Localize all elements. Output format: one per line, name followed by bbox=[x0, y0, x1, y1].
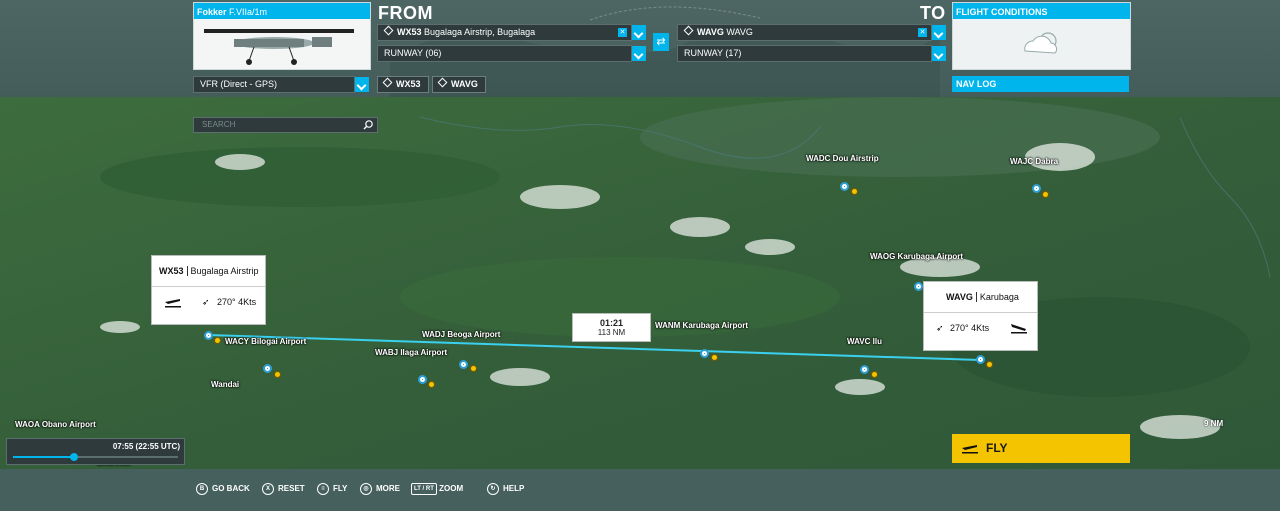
arrival-airport-field[interactable]: WAVG WAVG ✕ bbox=[677, 24, 946, 41]
search-icon[interactable] bbox=[363, 119, 374, 130]
airport-label[interactable]: WADC Dou Airstrip bbox=[806, 154, 879, 163]
swap-route-button[interactable]: ⇄ bbox=[653, 33, 669, 51]
origin-wind: 270° 4Kts bbox=[217, 297, 257, 307]
waypoint-icon bbox=[437, 77, 448, 88]
flight-conditions-card[interactable]: FLIGHT CONDITIONS bbox=[952, 2, 1131, 70]
world-map[interactable]: WADC Dou Airstrip WAJC Dabra WAOG Karuba… bbox=[0, 97, 1280, 469]
help-button-icon: ↻ bbox=[487, 483, 499, 495]
poi-star-icon bbox=[851, 188, 858, 195]
poi-star-icon bbox=[871, 371, 878, 378]
poi-star-icon bbox=[1042, 191, 1049, 198]
airport-label[interactable]: WANM Karubaga Airport bbox=[655, 321, 748, 330]
time-slider-thumb[interactable] bbox=[70, 453, 79, 461]
origin-name: Bugalaga Airstrip bbox=[190, 266, 259, 276]
time-of-day-panel: 07:55 (22:55 UTC) bbox=[6, 438, 185, 465]
airport-pin[interactable] bbox=[263, 364, 272, 373]
map-search-field[interactable] bbox=[193, 117, 378, 133]
wind-icon: ➶ bbox=[202, 297, 210, 307]
waypoint-chip-origin[interactable]: WX53 bbox=[377, 76, 429, 93]
departure-airport-field[interactable]: WX53 Bugalaga Airstrip, Bugalaga ✕ bbox=[377, 24, 646, 41]
aircraft-image bbox=[194, 19, 370, 69]
poi-star-icon bbox=[428, 381, 435, 388]
origin-airport-pin[interactable] bbox=[204, 331, 213, 340]
zoom-hint[interactable]: LT / RT ZOOM bbox=[411, 483, 463, 495]
airport-label[interactable]: WACY Bilogai Airport bbox=[225, 337, 306, 346]
clear-departure-icon[interactable]: ✕ bbox=[618, 28, 627, 37]
airport-label[interactable]: WAOG Karubaga Airport bbox=[870, 252, 963, 261]
waypoint-chip-destination[interactable]: WAVG bbox=[432, 76, 486, 93]
aircraft-name: Fokker F.VIIa/1m bbox=[194, 3, 370, 19]
arrival-runway-field[interactable]: RUNWAY (17) bbox=[677, 45, 946, 62]
search-input[interactable] bbox=[202, 118, 352, 132]
menu-button-icon: ≡ bbox=[317, 483, 329, 495]
origin-icao: WX53 bbox=[159, 266, 188, 276]
airport-pin[interactable] bbox=[418, 375, 427, 384]
destination-wind: 270° 4Kts bbox=[950, 323, 990, 333]
controls-bar: B GO BACK X RESET ≡ FLY ◎ MORE LT / RT ZOOM … bbox=[0, 469, 1280, 511]
trigger-buttons-icon: LT / RT bbox=[411, 483, 437, 495]
waypoint-icon bbox=[383, 25, 394, 36]
poi-star-icon bbox=[214, 337, 221, 344]
destination-name: Karubaga bbox=[979, 292, 1019, 302]
airport-pin[interactable] bbox=[700, 349, 709, 358]
departure-dropdown-button[interactable] bbox=[632, 25, 646, 40]
leg-duration: 01:21 bbox=[599, 318, 624, 328]
takeoff-icon bbox=[165, 299, 181, 308]
origin-info-card[interactable]: WX53 Bugalaga Airstrip ➶ 270° 4Kts bbox=[151, 255, 266, 325]
place-label: Wandai bbox=[211, 380, 240, 389]
reset-hint[interactable]: X RESET bbox=[262, 483, 305, 495]
airport-pin[interactable] bbox=[459, 360, 468, 369]
arrival-dropdown-button[interactable] bbox=[932, 25, 946, 40]
fly-button-label: FLY bbox=[986, 441, 1008, 455]
view-button-icon: ◎ bbox=[360, 483, 372, 495]
poi-star-icon bbox=[470, 365, 477, 372]
leg-info-box: 01:21 113 NM bbox=[572, 313, 651, 342]
arrival-runway-dropdown-button[interactable] bbox=[932, 46, 946, 61]
clear-arrival-icon[interactable]: ✕ bbox=[918, 28, 927, 37]
waypoint-icon bbox=[382, 77, 393, 88]
airport-label[interactable]: WAOA Obano Airport bbox=[15, 420, 96, 429]
to-heading: TO bbox=[920, 3, 946, 23]
nav-log-button[interactable]: NAV LOG bbox=[952, 76, 1129, 92]
airport-pin[interactable] bbox=[914, 282, 923, 291]
poi-star-icon bbox=[986, 361, 993, 368]
fly-button[interactable]: FLY bbox=[952, 434, 1130, 463]
map-scale: 9 NM bbox=[1204, 419, 1224, 428]
flight-plan-type-select[interactable]: VFR (Direct - GPS) bbox=[193, 76, 369, 93]
airport-pin[interactable] bbox=[1032, 184, 1041, 193]
b-button-icon: B bbox=[196, 483, 208, 495]
top-bar: Fokker F.VIIa/1m FROM TO WX53 Bugalaga A… bbox=[0, 0, 1280, 97]
help-hint[interactable]: ↻ HELP bbox=[487, 483, 524, 495]
poi-star-icon bbox=[711, 354, 718, 361]
waypoint-icon bbox=[683, 25, 694, 36]
time-slider[interactable] bbox=[13, 453, 178, 461]
from-heading: FROM bbox=[378, 3, 433, 23]
fly-hint[interactable]: ≡ FLY bbox=[317, 483, 347, 495]
time-slider-fill bbox=[13, 456, 75, 458]
departure-runway-dropdown-button[interactable] bbox=[632, 46, 646, 61]
destination-icao: WAVG bbox=[946, 292, 977, 302]
airport-label[interactable]: WAVC Ilu bbox=[847, 337, 882, 346]
airport-label[interactable]: WAJC Dabra bbox=[1010, 157, 1058, 166]
aircraft-card[interactable]: Fokker F.VIIa/1m bbox=[193, 2, 371, 70]
airport-label[interactable]: WADJ Beoga Airport bbox=[422, 330, 500, 339]
wind-icon: ➶ bbox=[936, 323, 944, 333]
flight-conditions-title: FLIGHT CONDITIONS bbox=[953, 3, 1130, 19]
weather-cloud-icon bbox=[1024, 32, 1058, 54]
takeoff-icon bbox=[962, 445, 978, 454]
go-back-hint[interactable]: B GO BACK bbox=[196, 483, 250, 495]
airport-pin[interactable] bbox=[840, 182, 849, 191]
flight-plan-dropdown-button[interactable] bbox=[355, 77, 369, 92]
destination-info-card[interactable]: WAVG Karubaga ➶ 270° 4Kts bbox=[923, 281, 1038, 351]
airport-label[interactable]: WABJ Ilaga Airport bbox=[375, 348, 447, 357]
airport-pin[interactable] bbox=[860, 365, 869, 374]
more-hint[interactable]: ◎ MORE bbox=[360, 483, 400, 495]
time-display: 07:55 (22:55 UTC) bbox=[112, 442, 180, 451]
x-button-icon: X bbox=[262, 483, 274, 495]
leg-distance: 113 NM bbox=[597, 328, 626, 337]
landing-icon bbox=[1011, 324, 1027, 334]
departure-runway-field[interactable]: RUNWAY (06) bbox=[377, 45, 646, 62]
poi-star-icon bbox=[274, 371, 281, 378]
destination-airport-pin[interactable] bbox=[976, 355, 985, 364]
